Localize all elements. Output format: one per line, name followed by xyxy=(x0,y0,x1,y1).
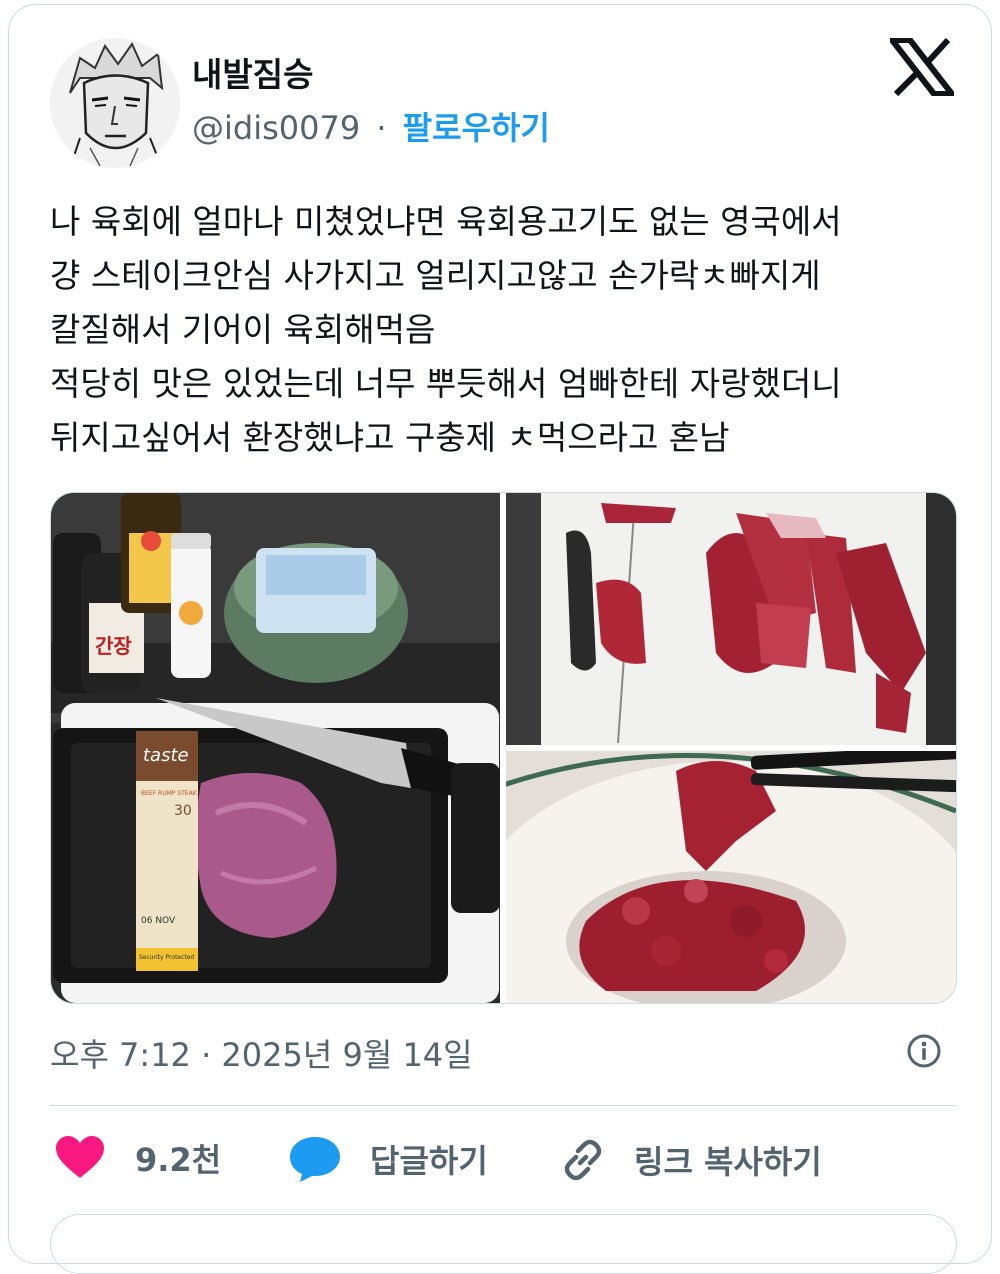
heart-icon xyxy=(55,1136,105,1180)
reply-button[interactable]: 답글하기 xyxy=(288,1135,488,1183)
info-icon[interactable] xyxy=(906,1033,942,1069)
author-handle[interactable]: @idis0079 xyxy=(192,109,360,147)
speech-bubble-icon xyxy=(288,1135,342,1183)
tweet-timestamp[interactable]: 오후 7:12 · 2025년 9월 14일 xyxy=(50,1030,473,1076)
label-number: 30 xyxy=(174,803,192,819)
label-date: 06 NOV xyxy=(141,916,176,926)
like-count: 9.2천 xyxy=(135,1141,222,1179)
svg-text:간장: 간장 xyxy=(95,634,132,658)
reply-input-box[interactable] xyxy=(50,1214,957,1274)
steak-and-ingredients-photo[interactable]: 간장 taste BEEF RUMP STEAK 30 06 NOV Secur… xyxy=(51,493,500,1003)
copy-link-button[interactable]: 링크 복사하기 xyxy=(558,1135,822,1185)
follow-button[interactable]: 팔로우하기 xyxy=(403,109,550,147)
copy-link-label: 링크 복사하기 xyxy=(634,1143,822,1181)
reply-label: 답글하기 xyxy=(370,1142,488,1180)
like-button[interactable]: 9.2천 xyxy=(55,1135,221,1181)
media-grid[interactable]: 간장 taste BEEF RUMP STEAK 30 06 NOV Secur… xyxy=(50,492,957,1004)
tweet-text: 나 육회에 얼마나 미쳤었냐면 육회용고기도 없는 영국에서 걍 스테이크안심 … xyxy=(50,202,842,457)
author-meta-row: @idis0079 · 팔로우하기 xyxy=(192,103,550,149)
author-display-name[interactable]: 내발짐승 xyxy=(192,48,313,96)
author-avatar[interactable] xyxy=(50,38,180,168)
yukhoe-bowl-chopsticks-photo[interactable] xyxy=(506,751,956,1003)
label-product: BEEF RUMP STEAK xyxy=(141,790,198,797)
manga-character-avatar-icon xyxy=(50,38,180,168)
link-icon xyxy=(558,1135,608,1185)
label-brand: taste xyxy=(143,745,189,766)
x-logo-icon[interactable] xyxy=(885,37,959,97)
separator-dot: · xyxy=(376,109,387,147)
divider xyxy=(50,1105,957,1106)
sliced-beef-on-board-photo[interactable] xyxy=(506,493,956,745)
label-security: Security Protected xyxy=(139,954,194,961)
